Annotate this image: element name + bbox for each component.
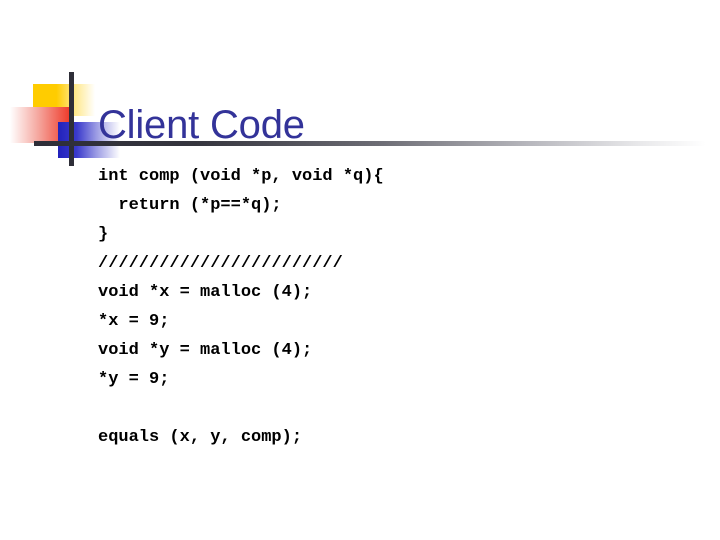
code-line: equals (x, y, comp); [98, 428, 303, 447]
code-line: } [98, 225, 109, 244]
code-line: *y = 9; [98, 370, 170, 389]
slide-title: Client Code [98, 102, 305, 147]
code-line: return (*p==*q); [98, 196, 282, 215]
code-line: //////////////////////// [98, 254, 343, 273]
slide: Client Code int comp (void *p, void *q){… [0, 0, 720, 540]
vertical-bar-icon [69, 72, 74, 166]
code-line: *x = 9; [98, 312, 170, 331]
code-line: int comp (void *p, void *q){ [98, 167, 384, 186]
code-line: void *y = malloc (4); [98, 341, 313, 360]
code-block: int comp (void *p, void *q){ return (*p=… [98, 162, 698, 452]
code-line: void *x = malloc (4); [98, 283, 313, 302]
